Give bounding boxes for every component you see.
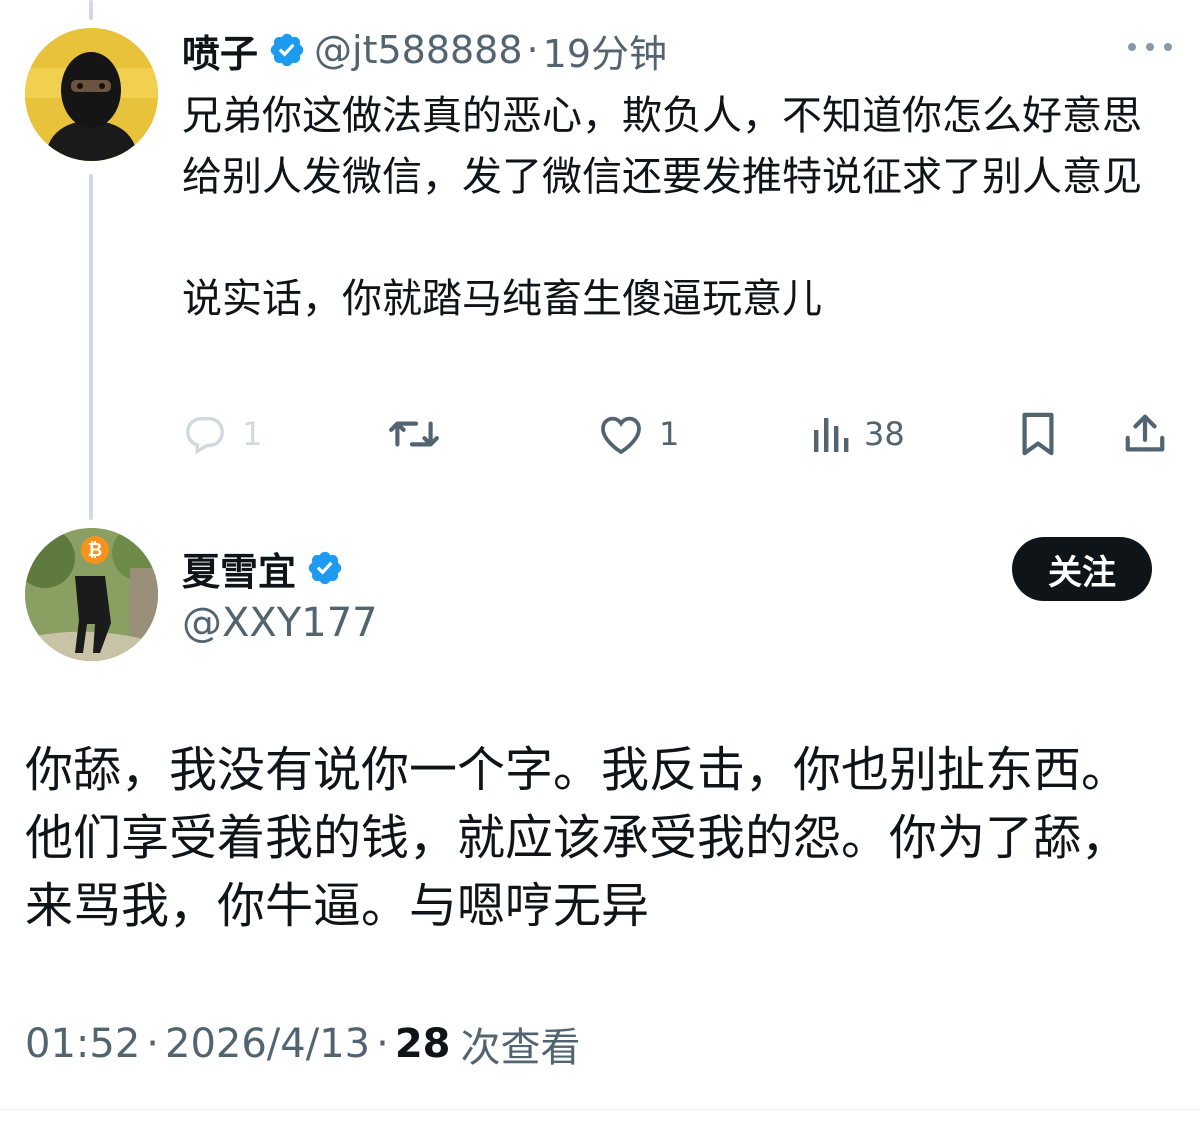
main-header: 夏雪宜 [182,540,352,596]
retweet-button[interactable] [387,405,441,463]
separator-dot: · [146,1021,159,1067]
follow-button[interactable]: 关注 [1012,537,1152,601]
more-dots-icon[interactable] [1128,30,1172,64]
analytics-bars-icon [810,412,850,456]
reply-text: 兄弟你这做法真的恶心，欺负人，不知道你怎么好意思给别人发微信，发了微信还要发推特… [182,93,1142,322]
tweet-views-label: 次查看 [460,1025,581,1071]
bitcoin-person-avatar-icon: ₿ [25,528,158,661]
reply-header: 喷子 @jt588888 · 19分钟 [182,22,667,78]
views-count: 38 [864,415,905,453]
share-icon [1122,411,1168,457]
like-button[interactable]: 1 [597,405,679,463]
tweet-date[interactable]: 2026/4/13 [165,1021,370,1067]
comment-icon [182,411,228,457]
thread-line-top [89,0,93,20]
masked-person-avatar-icon [25,28,158,161]
avatar[interactable] [25,28,158,161]
main-author-handle[interactable]: @XXY177 [182,600,378,646]
tweet-views-count[interactable]: 28 [395,1021,451,1067]
reply-author-handle[interactable]: @jt588888 [314,28,523,72]
reply-button[interactable]: 1 [182,405,262,463]
main-tweet-text: 你舔，我没有说你一个字。我反击，你也别扯东西。他们享受着我的钱，就应该承受我的怨… [25,742,1130,934]
like-count: 1 [659,415,680,453]
verified-badge-icon [268,31,306,69]
reply-author-name[interactable]: 喷子 [182,23,258,78]
thread-line [89,174,93,520]
separator-dot: · [526,28,539,72]
heart-icon [597,411,645,457]
main-author-name[interactable]: 夏雪宜 [182,541,296,596]
divider [0,1109,1200,1110]
reply-time[interactable]: 19分钟 [543,23,667,78]
reply-actions: 1 1 38 [182,405,1172,463]
retweet-icon [387,411,441,457]
share-button[interactable] [1122,405,1168,463]
tweet-time[interactable]: 01:52 [25,1021,140,1067]
tweet-meta: 01:52 · 2026/4/13 · 28 次查看 [25,1016,581,1072]
views-button[interactable]: 38 [810,405,905,463]
avatar[interactable]: ₿ [25,528,158,661]
svg-text:₿: ₿ [88,540,103,561]
bookmark-icon [1016,411,1060,457]
separator-dot: · [376,1021,389,1067]
bookmark-button[interactable] [1016,405,1060,463]
verified-badge-icon [306,549,344,587]
reply-count: 1 [242,415,263,453]
